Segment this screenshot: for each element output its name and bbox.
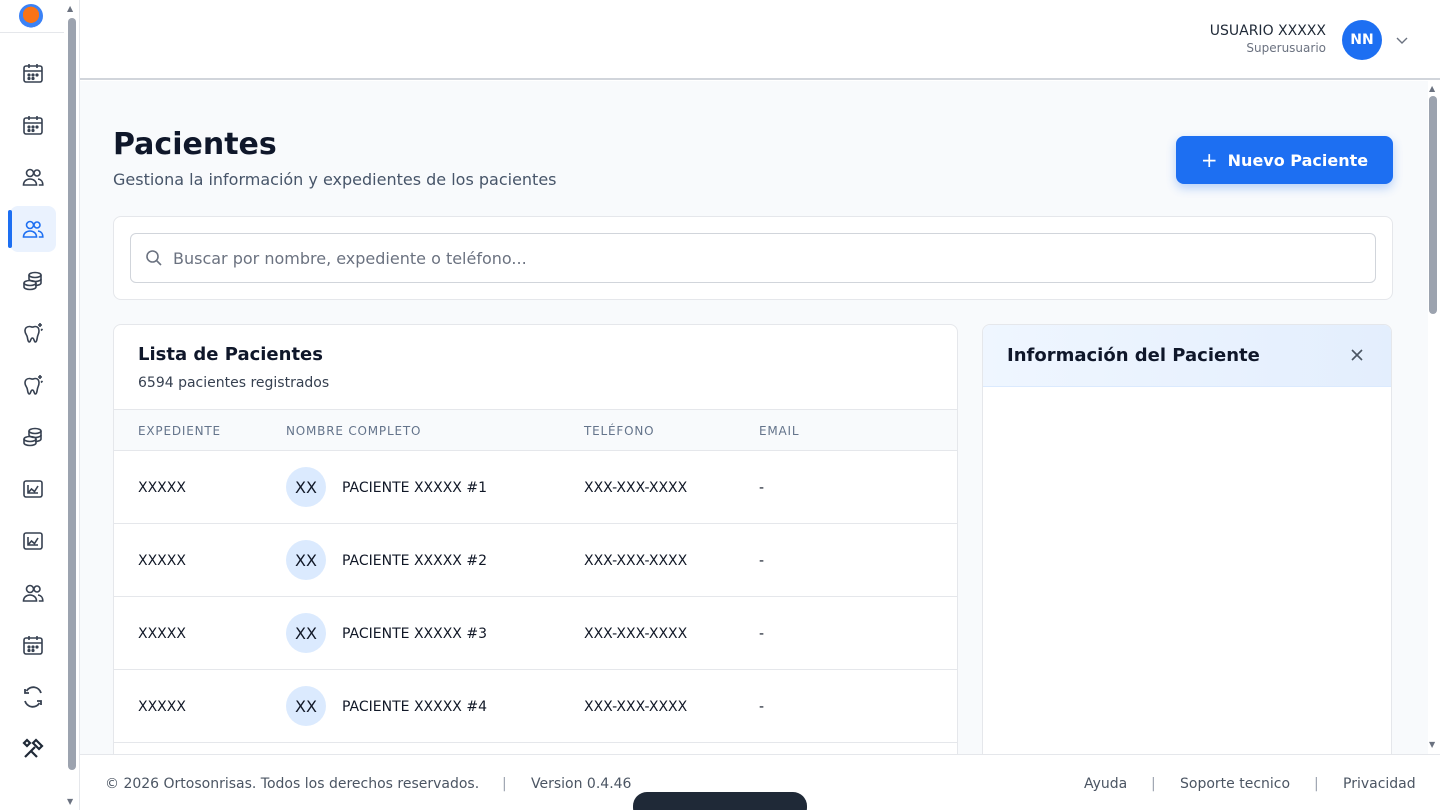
users-icon — [22, 584, 44, 602]
logo-icon[interactable] — [19, 4, 43, 28]
patient-count: 6594 pacientes registrados — [138, 375, 330, 391]
patient-list-card: Lista de Pacientes 6594 pacientes regist… — [113, 324, 958, 754]
sidebar-item-chart-2[interactable] — [10, 518, 56, 564]
sidebar-item-refresh[interactable] — [10, 674, 56, 720]
cell-phone: XXX-XXX-XXXX — [584, 699, 688, 715]
cell-phone: XXX-XXX-XXXX — [584, 553, 688, 569]
refresh-icon — [24, 686, 42, 708]
sidebar: ▲ ▼ — [0, 0, 80, 810]
column-header-telefono[interactable]: TELÉFONO — [584, 424, 654, 438]
coins-icon — [23, 427, 42, 447]
plus-icon: + — [1200, 148, 1218, 172]
calendar-icon — [23, 116, 43, 135]
main-scroll-down[interactable]: ▼ — [1429, 740, 1435, 749]
new-patient-label: Nuevo Paciente — [1227, 150, 1369, 170]
cell-email: - — [759, 553, 765, 569]
chevron-down-icon[interactable] — [1394, 32, 1410, 48]
cell-email: - — [759, 626, 765, 642]
search-box[interactable] — [130, 233, 1376, 283]
user-name: USUARIO XXXXX — [1209, 23, 1326, 39]
main-scrollbar[interactable] — [1429, 96, 1437, 314]
sidebar-item-coins-1[interactable] — [10, 258, 56, 304]
sidebar-item-calendar-3[interactable] — [10, 622, 56, 668]
user-avatar[interactable]: NN — [1342, 20, 1382, 60]
sidebar-item-tools[interactable] — [10, 726, 56, 772]
sidebar-scroll-up[interactable]: ▲ — [67, 4, 73, 13]
table-row[interactable]: XXXXX XX PACIENTE XXXXX #2 XXX-XXX-XXXX … — [114, 524, 957, 597]
tools-icon — [22, 738, 44, 758]
cell-name: PACIENTE XXXXX #1 — [342, 480, 487, 496]
cell-name: PACIENTE XXXXX #2 — [342, 553, 487, 569]
user-role: Superusuario — [1246, 41, 1326, 55]
page-title: Pacientes — [113, 127, 277, 162]
cell-expediente: XXXXX — [138, 699, 186, 715]
sidebar-item-users-1[interactable] — [10, 154, 56, 200]
patient-avatar: XX — [286, 613, 326, 653]
calendar-icon — [23, 64, 43, 83]
sidebar-scrollbar[interactable] — [68, 18, 76, 770]
search-icon — [146, 250, 162, 266]
sidebar-item-chart-1[interactable] — [10, 466, 56, 512]
sidebar-item-calendar-1[interactable] — [10, 50, 56, 96]
sidebar-item-coins-2[interactable] — [10, 414, 56, 460]
search-input[interactable] — [173, 248, 1353, 268]
column-header-email[interactable]: EMAIL — [759, 424, 799, 438]
sidebar-item-users-2[interactable] — [10, 570, 56, 616]
column-header-nombre[interactable]: NOMBRE COMPLETO — [286, 424, 421, 438]
table-header: EXPEDIENTE NOMBRE COMPLETO TELÉFONO EMAI… — [114, 409, 957, 451]
main-content: Pacientes Gestiona la información y expe… — [80, 81, 1428, 754]
new-patient-button[interactable]: + Nuevo Paciente — [1176, 136, 1393, 184]
cell-expediente: XXXXX — [138, 626, 186, 642]
footer-version: Version 0.4.46 — [531, 776, 632, 792]
cell-email: - — [759, 699, 765, 715]
patient-avatar: XX — [286, 686, 326, 726]
footer-link-ayuda[interactable]: Ayuda — [1084, 776, 1127, 792]
patient-info-panel: Información del Paciente — [982, 324, 1392, 754]
footer-separator: | — [502, 776, 507, 792]
patient-avatar: XX — [286, 467, 326, 507]
table-row[interactable]: XXXXX XX PACIENTE XXXXX #4 XXX-XXX-XXXX … — [114, 670, 957, 743]
sidebar-scroll-down[interactable]: ▼ — [67, 797, 73, 806]
tooth-sparkle-icon — [24, 323, 44, 343]
top-header: USUARIO XXXXX Superusuario — [80, 0, 1440, 80]
footer-link-soporte[interactable]: Soporte tecnico — [1180, 776, 1290, 792]
main-scroll-up[interactable]: ▲ — [1429, 84, 1435, 93]
cell-phone: XXX-XXX-XXXX — [584, 480, 688, 496]
table-row[interactable]: XXXXX XX PACIENTE XXXXX #3 XXX-XXX-XXXX … — [114, 597, 957, 670]
footer-separator: | — [1314, 776, 1319, 792]
patient-avatar: XX — [286, 540, 326, 580]
patient-list-title: Lista de Pacientes — [138, 344, 323, 365]
cell-name: PACIENTE XXXXX #4 — [342, 699, 487, 715]
cell-expediente: XXXXX — [138, 480, 186, 496]
column-header-expediente[interactable]: EXPEDIENTE — [138, 424, 221, 438]
sidebar-divider — [0, 32, 64, 33]
calendar-icon — [23, 636, 43, 655]
footer-separator: | — [1151, 776, 1156, 792]
sidebar-item-tooth-1[interactable] — [10, 310, 56, 356]
cell-email: - — [759, 480, 765, 496]
sidebar-item-calendar-2[interactable] — [10, 102, 56, 148]
patient-info-title: Información del Paciente — [1007, 345, 1260, 366]
coins-icon — [23, 271, 42, 291]
tooth-sparkle-icon — [24, 375, 44, 395]
floating-toolbar[interactable] — [633, 792, 807, 810]
search-card — [113, 216, 1393, 300]
sidebar-item-tooth-2[interactable] — [10, 362, 56, 408]
chart-icon — [23, 480, 43, 498]
chart-icon — [23, 532, 43, 550]
page-subtitle: Gestiona la información y expedientes de… — [113, 170, 557, 189]
cell-phone: XXX-XXX-XXXX — [584, 626, 688, 642]
users-icon — [22, 168, 44, 186]
sidebar-item-pacientes[interactable] — [8, 206, 56, 252]
table-row[interactable]: XXXXX XX PACIENTE XXXXX #1 XXX-XXX-XXXX … — [114, 451, 957, 524]
users-icon — [22, 220, 44, 238]
patient-info-header: Información del Paciente — [983, 325, 1391, 387]
cell-name: PACIENTE XXXXX #3 — [342, 626, 487, 642]
footer-link-privacidad[interactable]: Privacidad — [1343, 776, 1416, 792]
cell-expediente: XXXXX — [138, 553, 186, 569]
close-icon[interactable] — [1349, 347, 1365, 363]
footer-copyright: © 2026 Ortosonrisas. Todos los derechos … — [105, 776, 480, 792]
